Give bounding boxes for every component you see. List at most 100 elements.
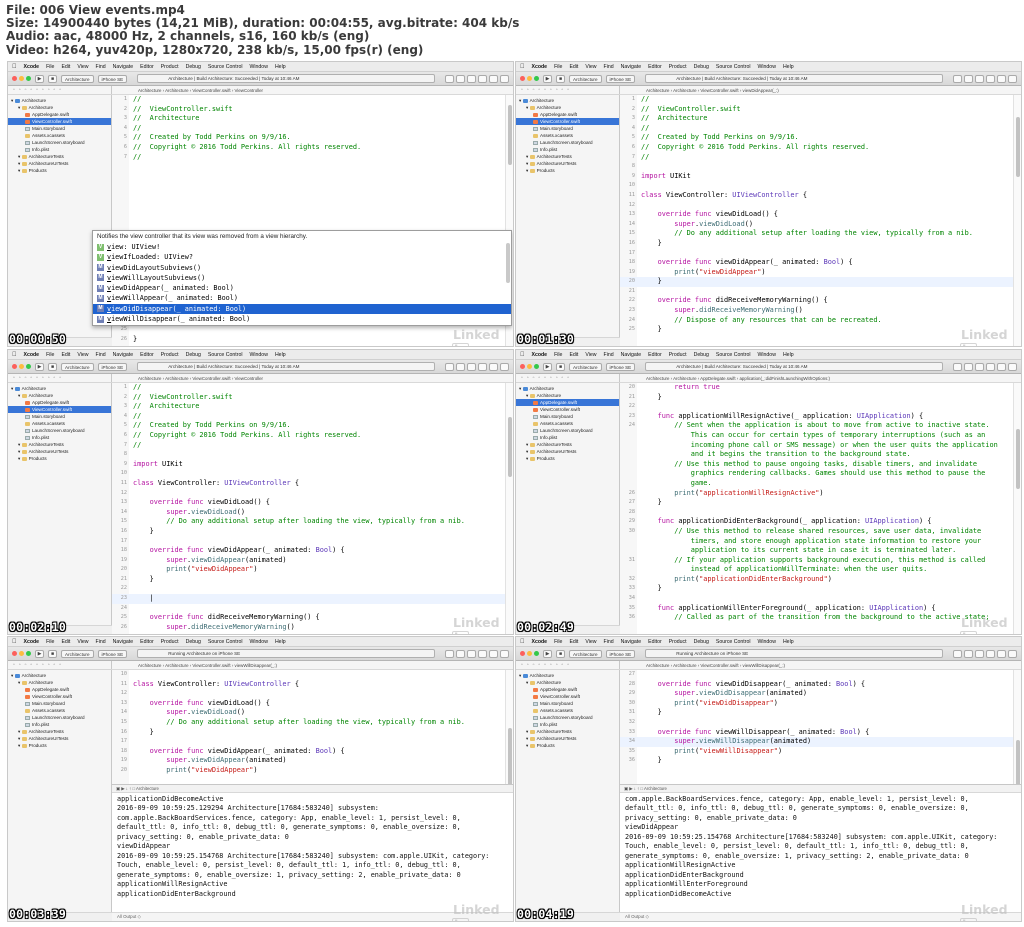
source-control-icon[interactable]: ▫	[527, 662, 529, 668]
source-control-icon[interactable]: ▫	[19, 375, 21, 381]
navigator-item[interactable]: Main.storyboard	[516, 413, 619, 420]
menu-item[interactable]: Product	[161, 352, 179, 358]
menu-item[interactable]: File	[46, 352, 54, 358]
code-line[interactable]: 16 }	[112, 527, 505, 537]
code-line[interactable]: 10	[620, 181, 1013, 191]
symbol-icon[interactable]: ▫	[25, 375, 27, 381]
menu-item[interactable]: Edit	[569, 352, 578, 358]
symbol-icon[interactable]: ▫	[533, 375, 535, 381]
menu-item[interactable]: Debug	[694, 352, 709, 358]
code-line[interactable]: 20 print("viewDidAppear")	[112, 766, 505, 776]
code-line[interactable]: 15 // Do any additional setup after load…	[620, 229, 1013, 239]
code-line[interactable]: 34 super.viewWillDisappear(animated)	[620, 737, 1013, 747]
utilities-toggle-icon[interactable]	[1008, 649, 1017, 658]
utilities-toggle-icon[interactable]	[500, 649, 509, 658]
completion-item[interactable]: MviewDidDisappear(_ animated: Bool)	[93, 303, 511, 315]
code-line[interactable]: 11 class ViewController: UIViewController…	[112, 680, 505, 690]
run-button[interactable]: ▶	[35, 362, 44, 371]
menu-item[interactable]: Source Control	[208, 352, 243, 358]
navigator-item[interactable]: AppDelegate.swift	[516, 686, 619, 693]
jump-bar[interactable]: Architecture › Architecture › ViewContro…	[112, 374, 513, 383]
code-line[interactable]: 16 }	[112, 728, 505, 738]
code-line[interactable]: 13 override func viewDidLoad() {	[620, 210, 1013, 220]
code-line[interactable]: 15 // Do any additional setup after load…	[112, 718, 505, 728]
folder-icon[interactable]: ▫	[13, 87, 15, 93]
code-line[interactable]: 32	[620, 718, 1013, 728]
code-line[interactable]: 4 //	[620, 124, 1013, 134]
run-button[interactable]: ▶	[543, 74, 552, 83]
code-line[interactable]: timers, and store enough application sta…	[620, 537, 1013, 547]
menu-item[interactable]: Navigate	[113, 352, 133, 358]
minimize-window-button[interactable]	[527, 651, 532, 656]
debug-icon[interactable]: ▫	[556, 87, 558, 93]
code-line[interactable]: 27 }	[620, 498, 1013, 508]
menu-item[interactable]: Product	[669, 639, 687, 645]
menu-item[interactable]: Xcode	[24, 64, 40, 70]
code-line[interactable]	[112, 201, 505, 211]
code-line[interactable]: This can occur for certain types of temp…	[620, 431, 1013, 441]
navigator-item[interactable]: LaunchScreen.storyboard	[8, 427, 111, 434]
menu-item[interactable]: Window	[249, 639, 267, 645]
issue-icon[interactable]: ▫	[36, 375, 38, 381]
debug-toggle-icon[interactable]	[489, 649, 498, 658]
menu-item[interactable]: View	[585, 639, 596, 645]
minimize-window-button[interactable]	[19, 364, 24, 369]
editor-scroll-thumb[interactable]	[1016, 117, 1020, 177]
menu-item[interactable]: File	[554, 64, 562, 70]
assistant-editor-icon[interactable]	[456, 74, 465, 83]
folder-icon[interactable]: ▫	[521, 87, 523, 93]
menu-item[interactable]: Help	[783, 64, 794, 70]
navigator-item[interactable]: ▾ ArchitectureUITests	[8, 735, 111, 742]
code-line[interactable]: and it begins the transition to the back…	[620, 450, 1013, 460]
menu-item[interactable]: Debug	[694, 639, 709, 645]
jump-bar[interactable]: Architecture › Architecture › ViewContro…	[112, 86, 513, 95]
code-line[interactable]: 13 override func viewDidLoad() {	[112, 699, 505, 709]
run-button[interactable]: ▶	[543, 362, 552, 371]
code-line[interactable]: 4 //	[112, 124, 505, 134]
navigator-item[interactable]: ▾ ArchitectureUITests	[516, 448, 619, 455]
code-line[interactable]: 5 // Created by Todd Perkins on 9/9/16.	[620, 133, 1013, 143]
standard-editor-icon[interactable]	[445, 649, 454, 658]
menu-item[interactable]: View	[585, 352, 596, 358]
device-selector[interactable]: iPhone SE	[605, 362, 636, 371]
report-icon[interactable]: ▫	[59, 375, 61, 381]
completion-item[interactable]: MviewWillDisappear(_ animated: Bool)	[93, 314, 511, 324]
apple-menu-icon[interactable]: 	[520, 64, 525, 70]
completion-item[interactable]: Vview: UIView!	[93, 242, 511, 252]
debug-toggle-icon[interactable]	[997, 362, 1006, 371]
utilities-toggle-icon[interactable]	[500, 362, 509, 371]
code-line[interactable]: 34	[620, 594, 1013, 604]
navigator-item[interactable]: ViewController.swift	[516, 118, 619, 125]
code-line[interactable]: 12	[620, 201, 1013, 211]
menu-item[interactable]: Xcode	[24, 352, 40, 358]
code-line[interactable]: 3 // Architecture	[112, 114, 505, 124]
code-line[interactable]	[112, 181, 505, 191]
code-line[interactable]: 27	[620, 670, 1013, 680]
code-line[interactable]: 16 }	[620, 239, 1013, 249]
code-line[interactable]: 5 // Created by Todd Perkins on 9/9/16.	[112, 133, 505, 143]
menu-item[interactable]: Source Control	[716, 639, 751, 645]
code-line[interactable]: 30 print("viewDidDisappear")	[620, 699, 1013, 709]
editor-scrollbar[interactable]	[505, 383, 513, 634]
menu-item[interactable]: Find	[604, 352, 614, 358]
menu-item[interactable]: View	[77, 64, 88, 70]
navigator-toggle-icon[interactable]	[986, 649, 995, 658]
breakpoint-icon[interactable]: ▫	[53, 662, 55, 668]
stop-button[interactable]: ■	[48, 362, 57, 371]
stop-button[interactable]: ■	[556, 74, 565, 83]
code-line[interactable]: 6 // Copyright © 2016 Todd Perkins. All r…	[112, 431, 505, 441]
code-line[interactable]: 28 override func viewDidDisappear(_ anim…	[620, 680, 1013, 690]
code-line[interactable]	[112, 210, 505, 220]
menu-item[interactable]: Edit	[61, 352, 70, 358]
editor-scroll-thumb[interactable]	[508, 105, 512, 165]
source-editor[interactable]: 1 // 2 // ViewController.swift 3 // Architect…	[620, 95, 1013, 346]
menu-item[interactable]: Editor	[140, 64, 154, 70]
minimize-window-button[interactable]	[527, 364, 532, 369]
navigator-item[interactable]: Main.storyboard	[516, 125, 619, 132]
navigator-item[interactable]: ▾ Products	[8, 455, 111, 462]
code-line[interactable]: 24 // Dispose of any resources that can …	[620, 316, 1013, 326]
search-icon[interactable]: ▫	[538, 87, 540, 93]
code-line[interactable]: 3 // Architecture	[112, 402, 505, 412]
code-line[interactable]: 24	[112, 604, 505, 614]
code-line[interactable]: 26 super.didReceiveMemoryWarning()	[112, 623, 505, 633]
